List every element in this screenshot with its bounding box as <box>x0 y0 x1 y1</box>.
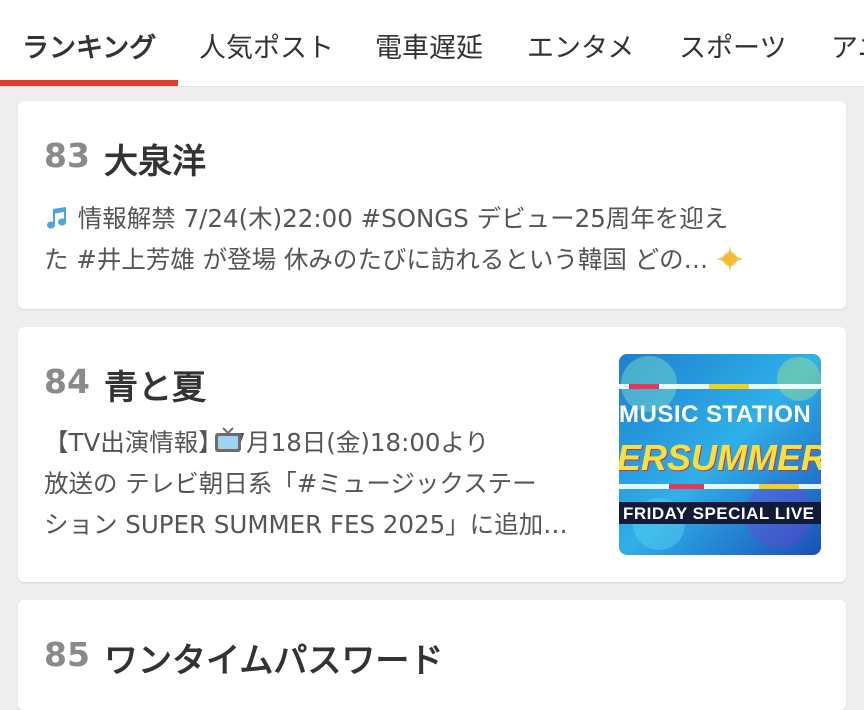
television-icon <box>213 426 243 468</box>
trend-description: 【TV出演情報】 7月18日(金)18:00より 放送の テレビ朝日系「#ミュー… <box>44 422 584 545</box>
rank-number: 84 <box>44 362 90 401</box>
music-note-icon <box>44 204 78 233</box>
description-line: ション SUPER SUMMER FES 2025」に追加… <box>44 510 568 539</box>
description-line: た #井上芳雄 が登場 休みのたびに訪れるという韓国 どの… <box>44 239 820 280</box>
ranking-card[interactable]: 83 大泉洋 情報解禁 7/24(木)22:00 #SONGS デビュー25周年… <box>18 101 846 309</box>
trend-description: 情報解禁 7/24(木)22:00 #SONGS デビュー25周年を迎え た #… <box>44 198 820 280</box>
description-line: 放送の テレビ朝日系「#ミュージックステー <box>44 469 537 498</box>
trend-title: 青と夏 <box>104 368 206 408</box>
tab-anime[interactable]: アニ <box>831 26 864 66</box>
tab-train-delays[interactable]: 電車遅延 <box>375 26 483 66</box>
description-line: 【TV出演情報】 7月18日(金)18:00より <box>44 422 584 463</box>
tab-ranking[interactable]: ランキング <box>22 26 156 66</box>
tab-entertainment[interactable]: エンタメ <box>527 26 634 66</box>
sparkle-icon <box>708 245 744 274</box>
thumbnail-title-line-3: FRIDAY SPECIAL LIVE <box>623 504 815 523</box>
description-line: 情報解禁 7/24(木)22:00 #SONGS デビュー25周年を迎え <box>44 198 820 239</box>
category-tab-bar: ランキング 人気ポスト 電車遅延 エンタメ スポーツ アニ <box>0 0 864 87</box>
tab-sports[interactable]: スポーツ <box>679 26 786 66</box>
article-thumbnail[interactable]: MUSIC STATION ERSUMMER FRIDAY SPECIAL LI… <box>619 354 821 555</box>
active-tab-indicator <box>0 80 178 86</box>
trend-title: ワンタイムパスワード <box>104 641 444 681</box>
thumbnail-title-line-2: ERSUMMER <box>619 437 821 478</box>
ranking-card[interactable]: 84 青と夏 【TV出演情報】 7月18日(金)18:00より 放送の テレビ朝… <box>18 327 846 582</box>
rank-number: 85 <box>44 635 90 674</box>
thumbnail-title-line-1: MUSIC STATION <box>619 401 812 428</box>
rank-number: 83 <box>44 136 90 175</box>
trend-title: 大泉洋 <box>104 142 206 182</box>
tab-popular-posts[interactable]: 人気ポスト <box>199 26 334 66</box>
